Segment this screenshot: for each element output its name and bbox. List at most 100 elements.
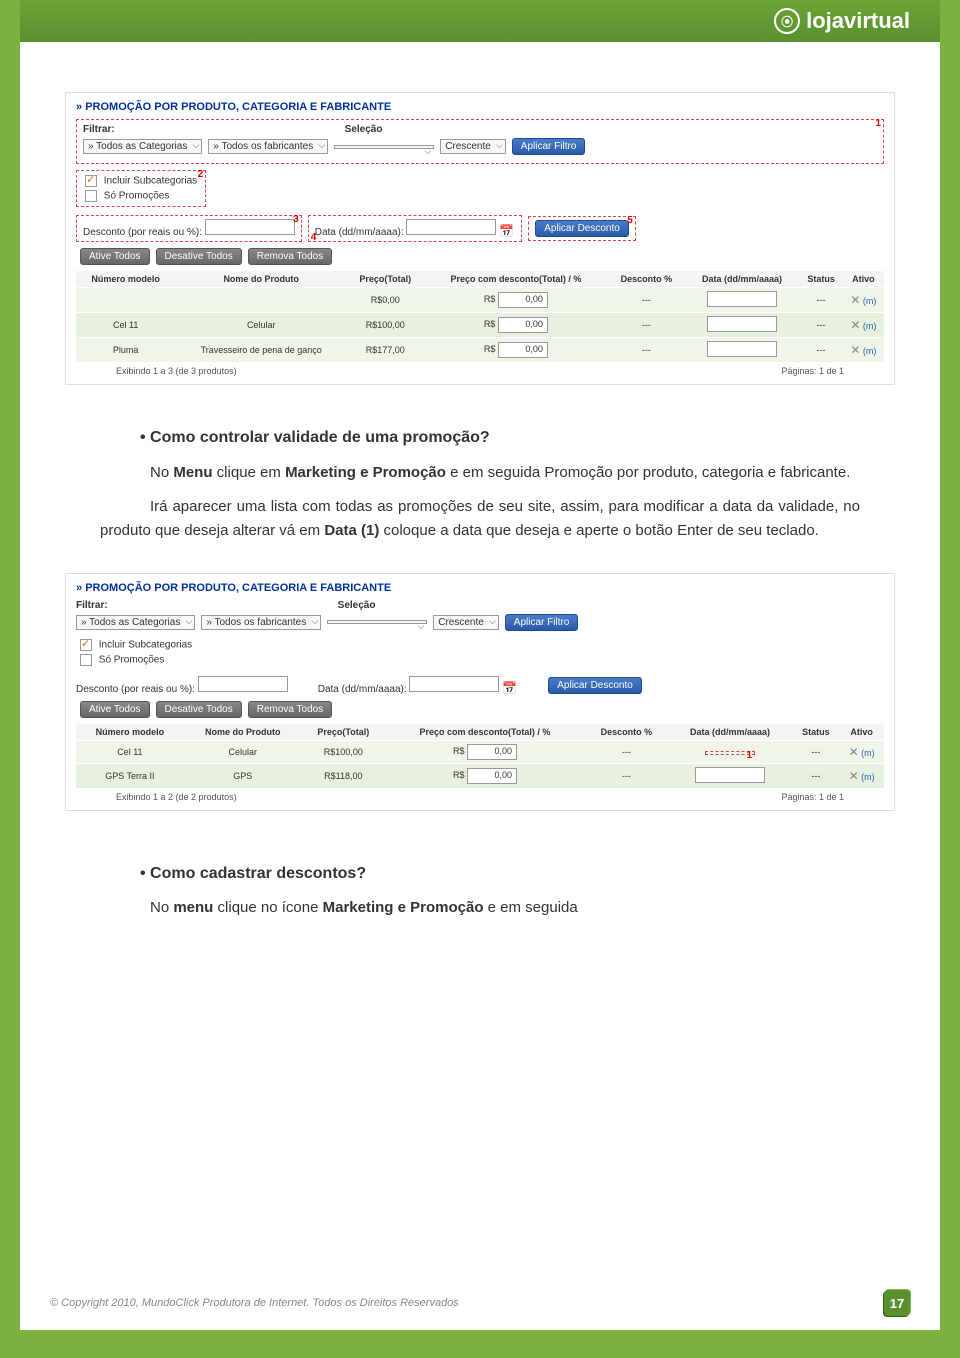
so-promo-label: Só Promoções [99,654,165,665]
exibindo-label: Exibindo 1 a 3 (de 3 produtos) [116,366,237,376]
ative-todos-button[interactable]: Ative Todos [80,701,150,718]
data-row-input[interactable] [707,291,777,307]
data-input[interactable] [406,219,496,235]
so-promo-checkbox[interactable] [80,654,92,666]
th-status: Status [800,271,843,288]
selecao-select[interactable] [327,620,427,624]
produtos-table: Número modelo Nome do Produto Preço(Tota… [76,271,884,362]
marker-3: 3 [293,214,299,225]
paginas-label: Páginas: 1 de 1 [781,366,844,376]
incluir-sub-checkbox[interactable] [80,639,92,651]
marker-4: 4 [311,232,317,243]
marker-2: 2 [198,169,204,180]
data-input[interactable] [409,676,499,692]
heading-validade: Como controlar validade de uma promoção? [140,425,860,451]
preco-desc-input[interactable]: 0,00 [467,768,517,784]
preco-desc-input[interactable]: 0,00 [467,744,517,760]
delete-icon[interactable]: ✕ [849,745,859,759]
exibindo-label: Exibindo 1 a 2 (de 2 produtos) [116,792,237,802]
categorias-select[interactable]: » Todos as Categorias [83,139,202,154]
th-preco: Preço(Total) [347,271,424,288]
aplicar-filtro-button[interactable]: Aplicar Filtro [512,138,586,155]
so-promo-checkbox[interactable] [85,190,97,202]
incluir-sub-label: Incluir Subcategorias [104,176,197,187]
page-number: 17 [884,1290,910,1316]
selecao-label: Seleção [345,124,383,135]
delete-icon[interactable]: ✕ [849,769,859,783]
incluir-sub-label: Incluir Subcategorias [99,639,192,650]
m-link[interactable]: (m) [863,296,877,306]
so-promo-label: Só Promoções [104,191,170,202]
filtrar-label: Filtrar: [83,124,115,135]
th-nome: Nome do Produto [175,271,347,288]
delete-icon[interactable]: ✕ [850,293,860,307]
desconto-label: Desconto (por reais ou %): [76,684,195,695]
paginas-label: Páginas: 1 de 1 [781,792,844,802]
logo-icon: ⦿ [774,8,800,34]
calendar-icon[interactable]: 📅 [502,681,518,695]
th-desconto: Desconto % [608,271,684,288]
table-row: R$0,00 R$ 0,00 --- --- ✕ (m) [76,288,884,313]
m-link[interactable]: (m) [863,346,877,356]
m-link[interactable]: (m) [861,772,875,782]
incluir-sub-checkbox[interactable] [85,175,97,187]
table-row: Cel 11 Celular R$100,00 R$ 0,00 --- --- … [76,313,884,338]
delete-icon[interactable]: ✕ [850,318,860,332]
aplicar-desconto-button[interactable]: Aplicar Desconto [535,220,629,237]
preco-desc-input[interactable]: 0,00 [498,342,548,358]
desconto-label: Desconto (por reais ou %): [83,227,202,238]
preco-desc-input[interactable]: 0,00 [498,292,548,308]
page-header: ⦿ lojavirtual [20,0,940,42]
brand-name: lojavirtual [806,8,910,34]
selecao-select[interactable] [334,145,434,149]
marker-1: 1 [746,750,752,761]
screenshot-promo-2: PROMOÇÃO POR PRODUTO, CATEGORIA E FABRIC… [65,573,895,811]
brand-logo: ⦿ lojavirtual [774,8,910,34]
aplicar-desconto-button[interactable]: Aplicar Desconto [548,677,642,694]
selecao-label: Seleção [338,600,376,611]
data-row-input[interactable]: 1 [705,751,755,755]
delete-icon[interactable]: ✕ [850,343,860,357]
aplicar-filtro-button[interactable]: Aplicar Filtro [505,614,579,631]
data-row-input[interactable] [707,316,777,332]
remova-todos-button[interactable]: Remova Todos [248,248,333,265]
ative-todos-button[interactable]: Ative Todos [80,248,150,265]
calendar-icon[interactable]: 📅 [499,224,515,238]
desative-todos-button[interactable]: Desative Todos [156,701,242,718]
preco-desc-input[interactable]: 0,00 [498,317,548,333]
table-row: GPS Terra II GPS R$118,00 R$ 0,00 --- --… [76,763,884,788]
text-section-2: Como cadastrar descontos? No menu clique… [100,861,860,921]
m-link[interactable]: (m) [863,321,877,331]
page-footer: © Copyright 2010, MundoClick Produtora d… [20,1290,940,1316]
data-label: Data (dd/mm/aaaa): [318,684,407,695]
th-numero: Número modelo [76,271,175,288]
m-link[interactable]: (m) [861,748,875,758]
panel-title: PROMOÇÃO POR PRODUTO, CATEGORIA E FABRIC… [76,101,884,113]
data-row-input[interactable] [695,767,765,783]
marker-1: 1 [875,118,881,129]
desconto-input[interactable] [198,676,288,692]
filtrar-label: Filtrar: [76,600,108,611]
fabricantes-select[interactable]: » Todos os fabricantes [208,139,328,154]
data-row-input[interactable] [707,341,777,357]
heading-descontos: Como cadastrar descontos? [140,861,860,887]
ordem-select[interactable]: Crescente [433,615,499,630]
desconto-input[interactable] [205,219,295,235]
panel-title: PROMOÇÃO POR PRODUTO, CATEGORIA E FABRIC… [76,582,884,594]
data-label: Data (dd/mm/aaaa): [315,227,404,238]
table-row: Cel 11 Celular R$100,00 R$ 0,00 --- 1 --… [76,740,884,763]
fabricantes-select[interactable]: » Todos os fabricantes [201,615,321,630]
ordem-select[interactable]: Crescente [440,139,506,154]
copyright-text: © Copyright 2010, MundoClick Produtora d… [50,1297,459,1309]
th-data: Data (dd/mm/aaaa) [684,271,799,288]
screenshot-promo-1: PROMOÇÃO POR PRODUTO, CATEGORIA E FABRIC… [65,92,895,385]
categorias-select[interactable]: » Todos as Categorias [76,615,195,630]
th-ativo: Ativo [843,271,884,288]
th-preco-desc: Preço com desconto(Total) / % [424,271,609,288]
produtos-table-2: Número modelo Nome do Produto Preço(Tota… [76,724,884,788]
table-row: Pluma Travesseiro de pena de ganço R$177… [76,338,884,363]
desative-todos-button[interactable]: Desative Todos [156,248,242,265]
marker-5: 5 [627,215,633,226]
text-section-1: Como controlar validade de uma promoção?… [100,425,860,543]
remova-todos-button[interactable]: Remova Todos [248,701,333,718]
